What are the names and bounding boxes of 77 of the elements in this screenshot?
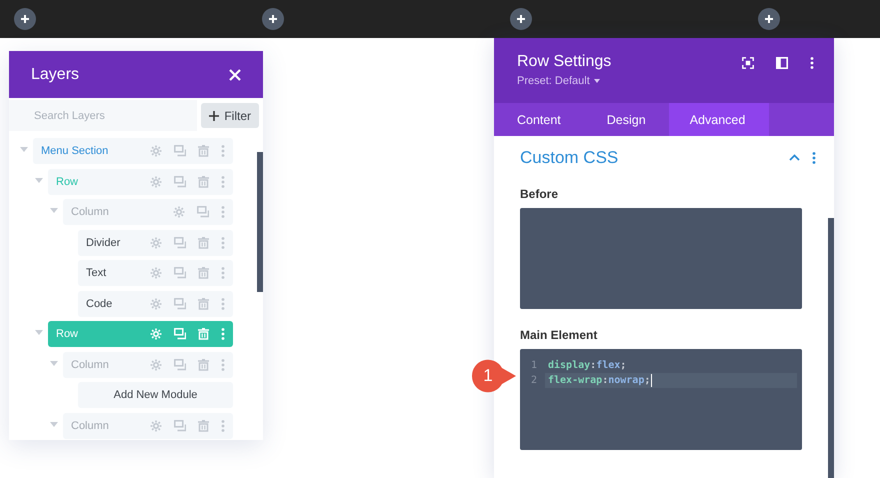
callout-badge: 1	[470, 358, 518, 394]
settings-icon[interactable]	[150, 298, 162, 310]
layer-item[interactable]: Menu Section	[33, 138, 233, 164]
tab[interactable]: Content	[494, 103, 584, 136]
collapse-icon[interactable]	[50, 422, 58, 430]
add-button[interactable]	[262, 8, 284, 30]
trash-icon[interactable]	[198, 176, 209, 188]
fullscreen-icon[interactable]	[742, 57, 754, 69]
layer-item[interactable]: Text	[78, 260, 233, 286]
code-editor[interactable]	[520, 208, 802, 309]
layer-item[interactable]: Code	[78, 290, 233, 316]
tab[interactable]: Design	[584, 103, 669, 136]
duplicate-icon[interactable]	[197, 206, 209, 218]
layer-label: Text	[86, 267, 106, 279]
layer-item[interactable]: Divider	[78, 230, 233, 256]
panel-title: Row Settings	[517, 53, 612, 71]
duplicate-icon[interactable]	[174, 236, 186, 248]
settings-icon[interactable]	[150, 267, 162, 279]
section-title: Custom CSS	[520, 148, 618, 168]
panel-title: Layers	[31, 66, 80, 84]
code-editor[interactable]: 1 display:flex; 2 flex-wrap:nowrap;	[520, 349, 802, 450]
search-field[interactable]: Search Layers	[9, 100, 198, 131]
more-icon[interactable]	[812, 152, 816, 164]
settings-icon[interactable]	[150, 145, 162, 157]
collapse-icon[interactable]	[35, 178, 43, 186]
add-module-button[interactable]: Add New Module	[78, 382, 233, 408]
sidebar-icon[interactable]	[776, 57, 788, 69]
duplicate-icon[interactable]	[174, 420, 186, 432]
trash-icon[interactable]	[198, 145, 209, 157]
plus-icon	[516, 14, 526, 24]
layer-label: Code	[86, 298, 112, 310]
settings-icon[interactable]	[150, 420, 162, 432]
duplicate-icon[interactable]	[174, 176, 186, 188]
layer-label: Divider	[86, 236, 120, 248]
more-icon[interactable]	[810, 57, 814, 69]
duplicate-icon[interactable]	[174, 358, 186, 370]
scrollbar[interactable]	[257, 152, 263, 292]
layer-label: Row	[56, 176, 78, 188]
trash-icon[interactable]	[198, 298, 209, 310]
layer-label: Column	[71, 420, 109, 432]
line-number: 2	[530, 375, 537, 386]
scrollbar[interactable]	[828, 218, 834, 478]
layer-label: Column	[71, 206, 109, 218]
layer-label: Row	[56, 328, 78, 340]
add-button[interactable]	[510, 8, 532, 30]
preset-dropdown[interactable]: Preset: Default	[517, 75, 600, 87]
filter-button[interactable]: Filter	[201, 103, 259, 128]
duplicate-icon[interactable]	[174, 328, 186, 340]
field-label: Main Element	[520, 328, 598, 342]
plus-icon	[20, 14, 30, 24]
trash-icon[interactable]	[198, 358, 209, 370]
trash-icon[interactable]	[198, 267, 209, 279]
caret-icon	[594, 79, 600, 83]
settings-icon[interactable]	[173, 206, 185, 218]
collapse-icon[interactable]	[789, 154, 800, 162]
line-number: 1	[530, 360, 537, 371]
trash-icon[interactable]	[198, 420, 209, 432]
code-line: display:flex;	[547, 358, 628, 373]
plus-icon	[764, 14, 774, 24]
duplicate-icon[interactable]	[174, 298, 186, 310]
duplicate-icon[interactable]	[174, 145, 186, 157]
plus-icon	[268, 14, 278, 24]
plus-icon	[209, 110, 220, 120]
duplicate-icon[interactable]	[174, 267, 186, 279]
add-button[interactable]	[14, 8, 36, 30]
layer-label: Menu Section	[41, 145, 108, 157]
field-label: Before	[520, 187, 560, 201]
settings-icon[interactable]	[150, 236, 162, 248]
close-button[interactable]	[229, 68, 241, 80]
add-button[interactable]	[758, 8, 780, 30]
settings-icon[interactable]	[150, 176, 162, 188]
tab[interactable]: Advanced	[668, 103, 770, 136]
layer-label: Column	[71, 358, 109, 370]
collapse-icon[interactable]	[50, 360, 58, 368]
trash-icon[interactable]	[198, 236, 209, 248]
trash-icon[interactable]	[198, 328, 209, 340]
settings-icon[interactable]	[150, 358, 162, 370]
